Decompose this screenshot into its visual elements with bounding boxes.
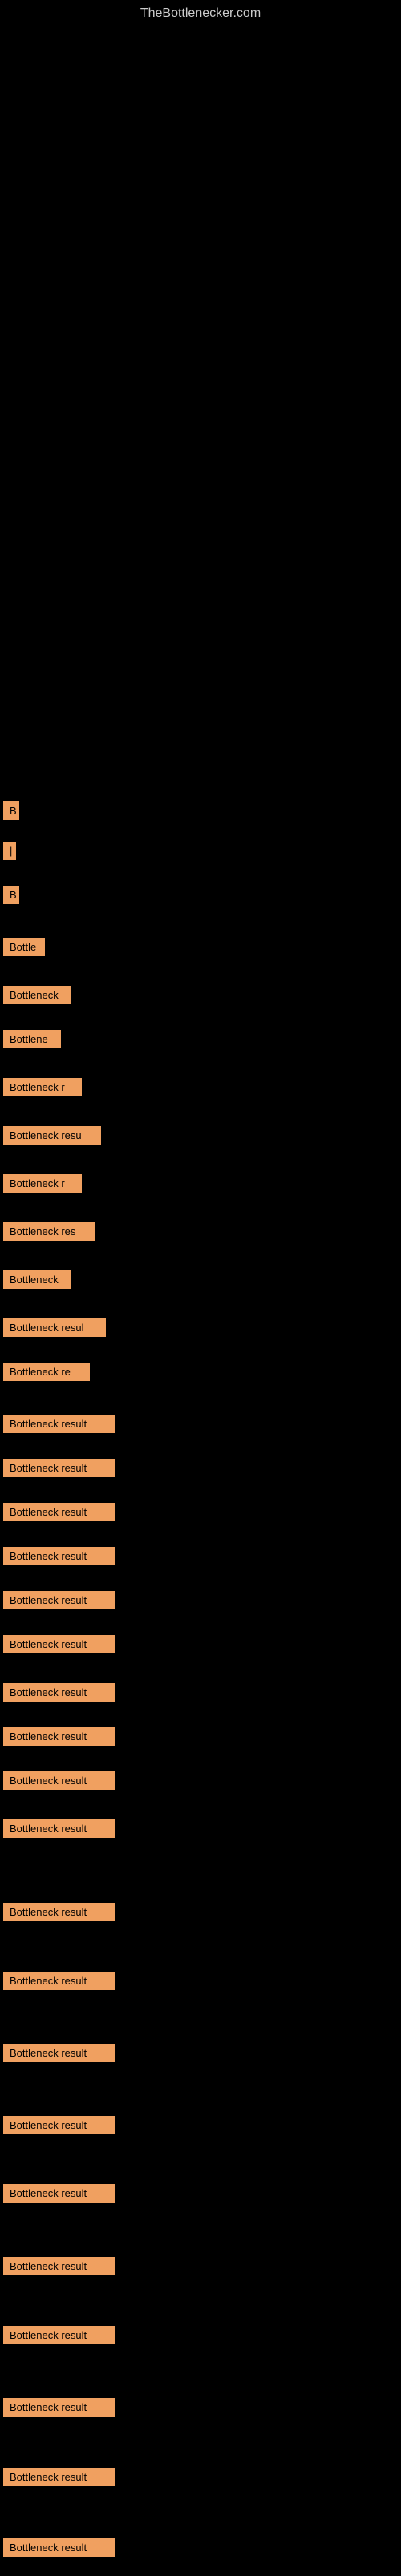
bottleneck-badge: Bottleneck result	[3, 2538, 115, 2557]
bottleneck-badge: Bottleneck res	[3, 1222, 95, 1241]
bottleneck-item-23: Bottleneck result	[2, 1815, 117, 1847]
bottleneck-badge: Bottleneck resu	[3, 1126, 101, 1145]
bottleneck-badge: Bottleneck result	[3, 1503, 115, 1521]
bottleneck-badge: Bottleneck result	[3, 1459, 115, 1477]
bottleneck-item-28: Bottleneck result	[2, 2179, 117, 2211]
bottleneck-item-7: Bottleneck r	[2, 1073, 83, 1105]
bottleneck-badge: Bottleneck result	[3, 2468, 115, 2486]
bottleneck-item-31: Bottleneck result	[2, 2393, 117, 2425]
bottleneck-item-16: Bottleneck result	[2, 1498, 117, 1530]
bottleneck-badge: Bottleneck result	[3, 2116, 115, 2134]
bottleneck-item-24: Bottleneck result	[2, 1898, 117, 1930]
bottleneck-item-33: Bottleneck result	[2, 2534, 117, 2566]
bottleneck-item-21: Bottleneck result	[2, 1722, 117, 1754]
site-title: TheBottlenecker.com	[0, 0, 401, 27]
bottleneck-badge: Bottleneck re	[3, 1363, 90, 1381]
bottleneck-badge: Bottleneck result	[3, 1683, 115, 1702]
bottleneck-badge: Bottleneck	[3, 1270, 71, 1289]
bottleneck-badge: Bottleneck result	[3, 2398, 115, 2417]
bottleneck-badge: B	[3, 886, 19, 904]
bottleneck-item-1: B	[2, 797, 21, 829]
bottleneck-item-25: Bottleneck result	[2, 1967, 117, 1999]
bottleneck-badge: Bottleneck	[3, 986, 71, 1004]
bottleneck-badge: Bottleneck result	[3, 1819, 115, 1838]
bottleneck-item-32: Bottleneck result	[2, 2463, 117, 2495]
bottleneck-badge: Bottleneck result	[3, 1972, 115, 1990]
bottleneck-badge: Bottleneck result	[3, 1591, 115, 1609]
bottleneck-badge: Bottleneck result	[3, 1903, 115, 1921]
bottleneck-badge: Bottleneck r	[3, 1078, 82, 1096]
bottleneck-badge: B	[3, 801, 19, 820]
bottleneck-item-18: Bottleneck result	[2, 1586, 117, 1618]
bottleneck-badge: Bottleneck result	[3, 1771, 115, 1790]
bottleneck-badge: Bottleneck r	[3, 1174, 82, 1193]
bottleneck-item-3: B	[2, 881, 21, 913]
bottleneck-badge: Bottleneck result	[3, 1547, 115, 1565]
bottleneck-badge: Bottle	[3, 938, 45, 956]
bottleneck-item-5: Bottleneck	[2, 981, 73, 1013]
bottleneck-item-9: Bottleneck r	[2, 1169, 83, 1201]
bottleneck-item-6: Bottlene	[2, 1025, 63, 1057]
bottleneck-badge: Bottleneck resul	[3, 1318, 106, 1337]
bottleneck-item-26: Bottleneck result	[2, 2039, 117, 2071]
bottleneck-badge: |	[3, 842, 16, 860]
bottleneck-item-14: Bottleneck result	[2, 1410, 117, 1442]
bottleneck-item-13: Bottleneck re	[2, 1358, 91, 1390]
bottleneck-item-12: Bottleneck resul	[2, 1314, 107, 1346]
bottleneck-badge: Bottleneck result	[3, 1635, 115, 1653]
bottleneck-badge: Bottleneck result	[3, 2326, 115, 2344]
bottleneck-item-4: Bottle	[2, 933, 47, 965]
bottleneck-badge: Bottleneck result	[3, 2184, 115, 2203]
bottleneck-badge: Bottleneck result	[3, 2257, 115, 2275]
bottleneck-item-2: |	[2, 837, 18, 869]
bottleneck-item-19: Bottleneck result	[2, 1630, 117, 1662]
bottleneck-badge: Bottleneck result	[3, 2044, 115, 2062]
bottleneck-badge: Bottlene	[3, 1030, 61, 1048]
bottleneck-item-15: Bottleneck result	[2, 1454, 117, 1486]
bottleneck-badge: Bottleneck result	[3, 1727, 115, 1746]
bottleneck-item-30: Bottleneck result	[2, 2321, 117, 2353]
bottleneck-item-22: Bottleneck result	[2, 1766, 117, 1799]
bottleneck-badge: Bottleneck result	[3, 1415, 115, 1433]
bottleneck-item-27: Bottleneck result	[2, 2111, 117, 2143]
bottleneck-item-8: Bottleneck resu	[2, 1121, 103, 1153]
bottleneck-item-17: Bottleneck result	[2, 1542, 117, 1574]
bottleneck-item-29: Bottleneck result	[2, 2252, 117, 2284]
bottleneck-item-10: Bottleneck res	[2, 1217, 97, 1250]
bottleneck-item-11: Bottleneck	[2, 1266, 73, 1298]
bottleneck-item-20: Bottleneck result	[2, 1678, 117, 1710]
